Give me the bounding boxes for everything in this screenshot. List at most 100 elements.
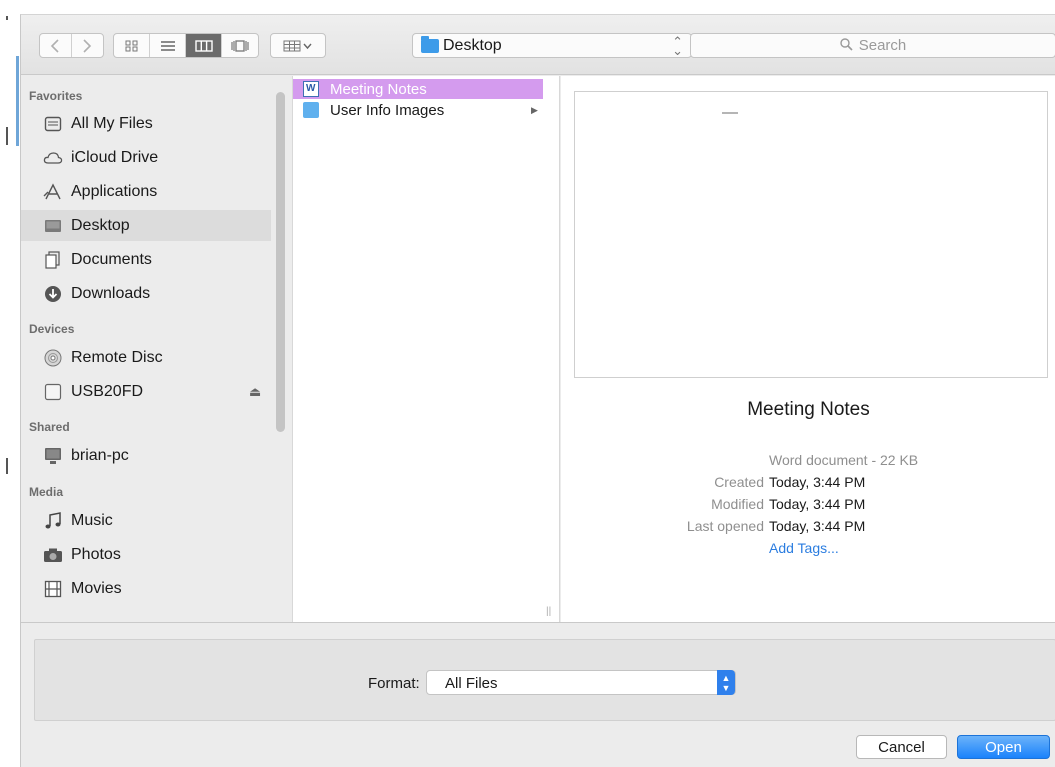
icon-view-button[interactable]	[114, 34, 150, 57]
media-header: Media	[29, 485, 64, 499]
word-document-icon	[303, 81, 319, 97]
add-tags-link[interactable]: Add Tags...	[769, 540, 839, 556]
search-placeholder: Search	[858, 37, 907, 54]
sidebar-item-label: Downloads	[71, 284, 151, 302]
updown-arrows-icon: ▲ ▼	[717, 670, 735, 695]
folder-icon	[303, 102, 319, 118]
location-popup[interactable]: Desktop ⌃ ⌄	[412, 33, 692, 58]
thumbnail-text-line	[722, 112, 738, 114]
eject-icon[interactable]: ⏏	[249, 384, 261, 400]
sidebar-item-label: Music	[71, 511, 113, 529]
shared-header: Shared	[29, 420, 70, 434]
sidebar: Favorites All My Files iCloud Drive Appl…	[21, 76, 291, 622]
sidebar-item-applications[interactable]: Applications	[21, 176, 271, 207]
file-column: Meeting Notes User Info Images ▶ ||	[292, 76, 560, 622]
chevron-left-icon	[51, 38, 59, 53]
dialog-footer: Format: All Files ▲ ▼ Cancel Open	[21, 622, 1055, 767]
sidebar-item-documents[interactable]: Documents	[21, 244, 271, 275]
file-info: Word document - 22 KB Created Today, 3:4…	[561, 452, 1055, 592]
downloads-icon	[43, 285, 63, 303]
sidebar-item-label: Applications	[71, 182, 158, 200]
sidebar-scrollbar[interactable]	[276, 92, 285, 432]
navigation-buttons	[39, 33, 104, 58]
format-label: Format:	[368, 675, 420, 692]
list-view-button[interactable]	[150, 34, 186, 57]
pc-icon	[43, 447, 63, 465]
documents-icon	[43, 250, 63, 269]
search-field[interactable]: Search	[690, 33, 1055, 58]
folder-icon	[421, 36, 439, 53]
edge-mark	[6, 458, 8, 474]
document-thumbnail	[574, 91, 1048, 378]
disclosure-arrow-icon: ▶	[531, 104, 538, 115]
cloud-icon	[43, 149, 63, 167]
open-file-dialog: Desktop ⌃ ⌄ Search Favorites All My Files…	[20, 14, 1055, 767]
columns-icon	[194, 39, 213, 52]
film-icon	[43, 580, 63, 598]
last-opened-label: Last opened	[686, 518, 764, 534]
arrange-button[interactable]	[270, 33, 326, 58]
sidebar-item-movies[interactable]: Movies	[21, 573, 271, 604]
sidebar-item-label: Photos	[71, 545, 121, 563]
column-resize-handle[interactable]: ||	[546, 606, 551, 617]
sidebar-item-label: iCloud Drive	[71, 148, 159, 166]
desktop-icon	[43, 217, 63, 235]
back-button[interactable]	[40, 34, 72, 57]
cancel-button[interactable]: Cancel	[856, 735, 947, 759]
preview-pane: Meeting Notes Word document - 22 KB Crea…	[561, 76, 1055, 622]
music-icon	[43, 511, 63, 530]
created-label: Created	[714, 474, 764, 490]
applications-icon	[43, 182, 63, 201]
cover-flow-view-button[interactable]	[222, 34, 258, 57]
sidebar-item-icloud-drive[interactable]: iCloud Drive	[21, 142, 271, 173]
sidebar-item-music[interactable]: Music	[21, 505, 271, 536]
list-icon	[160, 40, 175, 51]
sidebar-item-desktop[interactable]: Desktop	[21, 210, 271, 241]
sidebar-item-label: USB20FD	[71, 382, 144, 400]
all-files-icon	[43, 115, 63, 133]
forward-button[interactable]	[72, 34, 103, 57]
edge-mark	[6, 16, 8, 20]
camera-icon	[43, 546, 63, 564]
sidebar-item-label: Desktop	[71, 216, 130, 234]
updown-arrows-icon: ⌃ ⌄	[672, 34, 683, 58]
favorites-header: Favorites	[29, 89, 83, 103]
file-name: Meeting Notes	[330, 80, 427, 98]
sidebar-item-usb20fd[interactable]: USB20FD ⏏	[21, 376, 271, 407]
devices-header: Devices	[29, 322, 75, 336]
grid-icon	[125, 40, 137, 51]
sidebar-item-downloads[interactable]: Downloads	[21, 278, 271, 309]
arrange-menu[interactable]	[271, 34, 325, 57]
edge-mark	[6, 127, 8, 145]
last-opened-value: Today, 3:44 PM	[769, 518, 866, 534]
format-value: All Files	[445, 675, 498, 692]
modified-value: Today, 3:44 PM	[769, 496, 866, 512]
sidebar-item-label: brian-pc	[71, 446, 129, 464]
preview-title: Meeting Notes	[747, 399, 870, 420]
disc-icon	[43, 349, 63, 367]
sidebar-item-label: Movies	[71, 579, 122, 597]
format-select[interactable]: All Files ▲ ▼	[426, 670, 736, 695]
file-row-meeting-notes[interactable]: Meeting Notes	[293, 79, 543, 99]
file-kind: Word document - 22 KB	[769, 452, 919, 468]
window-edge-accent	[16, 56, 19, 146]
view-mode-selector	[113, 33, 259, 58]
column-view-button[interactable]	[186, 34, 222, 57]
sidebar-item-all-my-files[interactable]: All My Files	[21, 108, 271, 139]
sidebar-item-label: All My Files	[71, 114, 153, 132]
cover-flow-icon	[231, 39, 249, 52]
file-row-user-info-images[interactable]: User Info Images ▶	[293, 100, 543, 120]
search-icon	[840, 37, 853, 54]
sidebar-item-remote-disc[interactable]: Remote Disc	[21, 342, 271, 373]
drive-icon	[43, 383, 63, 401]
sidebar-item-brian-pc[interactable]: brian-pc	[21, 440, 271, 471]
sidebar-item-label: Remote Disc	[71, 348, 163, 366]
open-button[interactable]: Open	[957, 735, 1050, 759]
modified-label: Modified	[711, 496, 764, 512]
sidebar-item-photos[interactable]: Photos	[21, 539, 271, 570]
format-panel: Format: All Files ▲ ▼	[34, 639, 1055, 721]
file-name: User Info Images	[330, 101, 445, 119]
created-value: Today, 3:44 PM	[769, 474, 866, 490]
location-label: Desktop	[443, 36, 502, 54]
arrange-grid-icon	[283, 40, 312, 51]
